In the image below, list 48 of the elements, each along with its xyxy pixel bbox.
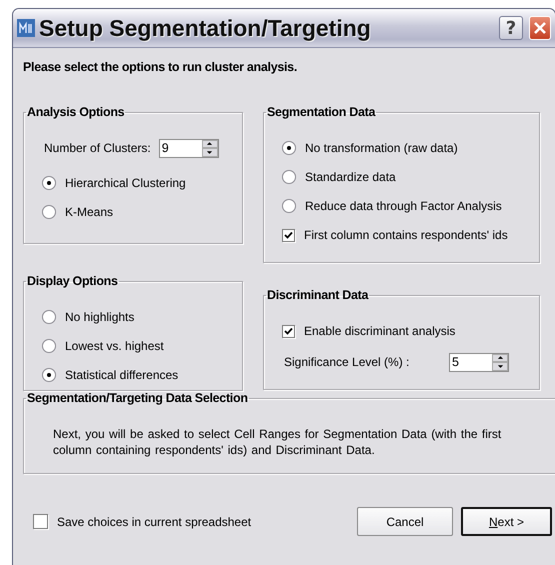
description-text: Next, you will be asked to select Cell Ranges for Segmentation Data (with the first column containing respondents' ids) and Discriminant Data. bbox=[52, 426, 502, 458]
spin-down-button[interactable] bbox=[202, 148, 218, 156]
radio-button[interactable] bbox=[42, 205, 56, 219]
spin-up-button[interactable] bbox=[202, 140, 218, 148]
group-title: Segmentation Data bbox=[266, 105, 376, 119]
group-title: Analysis Options bbox=[26, 105, 126, 119]
close-button[interactable] bbox=[529, 16, 551, 40]
radio-label: Statistical differences bbox=[65, 368, 178, 382]
checkbox-label: First column contains respondents' ids bbox=[304, 228, 508, 242]
checkbox[interactable] bbox=[33, 514, 48, 529]
radio-button[interactable] bbox=[282, 141, 296, 155]
radio-button[interactable] bbox=[42, 310, 56, 324]
radio-button[interactable] bbox=[42, 368, 56, 382]
spin-up-button[interactable] bbox=[492, 354, 508, 362]
radio-label: No transformation (raw data) bbox=[305, 141, 458, 155]
close-icon bbox=[532, 20, 548, 36]
checkbox-label: Save choices in current spreadsheet bbox=[57, 514, 252, 528]
checkbox-label: Enable discriminant analysis bbox=[304, 324, 456, 338]
group-title: Segmentation/Targeting Data Selection bbox=[26, 391, 249, 405]
group-title: Discriminant Data bbox=[266, 288, 370, 302]
dialog-button[interactable]: Cancel bbox=[357, 507, 453, 536]
down-arrow-icon bbox=[496, 364, 504, 369]
instruction-text: Please select the options to run cluster analysis. bbox=[23, 60, 298, 74]
dialog-button[interactable]: Next > bbox=[461, 507, 552, 536]
field-label: Significance Level (%) : bbox=[284, 355, 410, 369]
spin-down-button[interactable] bbox=[492, 362, 508, 370]
radio-label: No highlights bbox=[65, 310, 134, 324]
radio-label: Standardize data bbox=[305, 170, 396, 184]
radio-button[interactable] bbox=[42, 339, 56, 353]
number-spinner[interactable]: 9 bbox=[158, 138, 219, 158]
help-button[interactable]: ? bbox=[499, 16, 523, 40]
down-arrow-icon bbox=[206, 150, 214, 155]
checkbox[interactable] bbox=[282, 228, 295, 242]
radio-label: Lowest vs. highest bbox=[65, 339, 164, 353]
field-label: Number of Clusters: bbox=[44, 141, 151, 155]
radio-label: K-Means bbox=[65, 205, 114, 219]
radio-label: Reduce data through Factor Analysis bbox=[305, 199, 502, 213]
up-arrow-icon bbox=[206, 141, 214, 146]
window-title: Setup Segmentation/Targeting bbox=[39, 14, 372, 42]
up-arrow-icon bbox=[496, 355, 504, 360]
radio-button[interactable] bbox=[282, 199, 296, 213]
radio-label: Hierarchical Clustering bbox=[65, 176, 186, 190]
app-icon bbox=[17, 19, 35, 37]
radio-button[interactable] bbox=[42, 176, 56, 190]
checkbox[interactable] bbox=[282, 324, 295, 338]
group-title: Display Options bbox=[26, 274, 119, 288]
radio-button[interactable] bbox=[282, 170, 296, 184]
number-spinner[interactable]: 5 bbox=[449, 352, 509, 372]
